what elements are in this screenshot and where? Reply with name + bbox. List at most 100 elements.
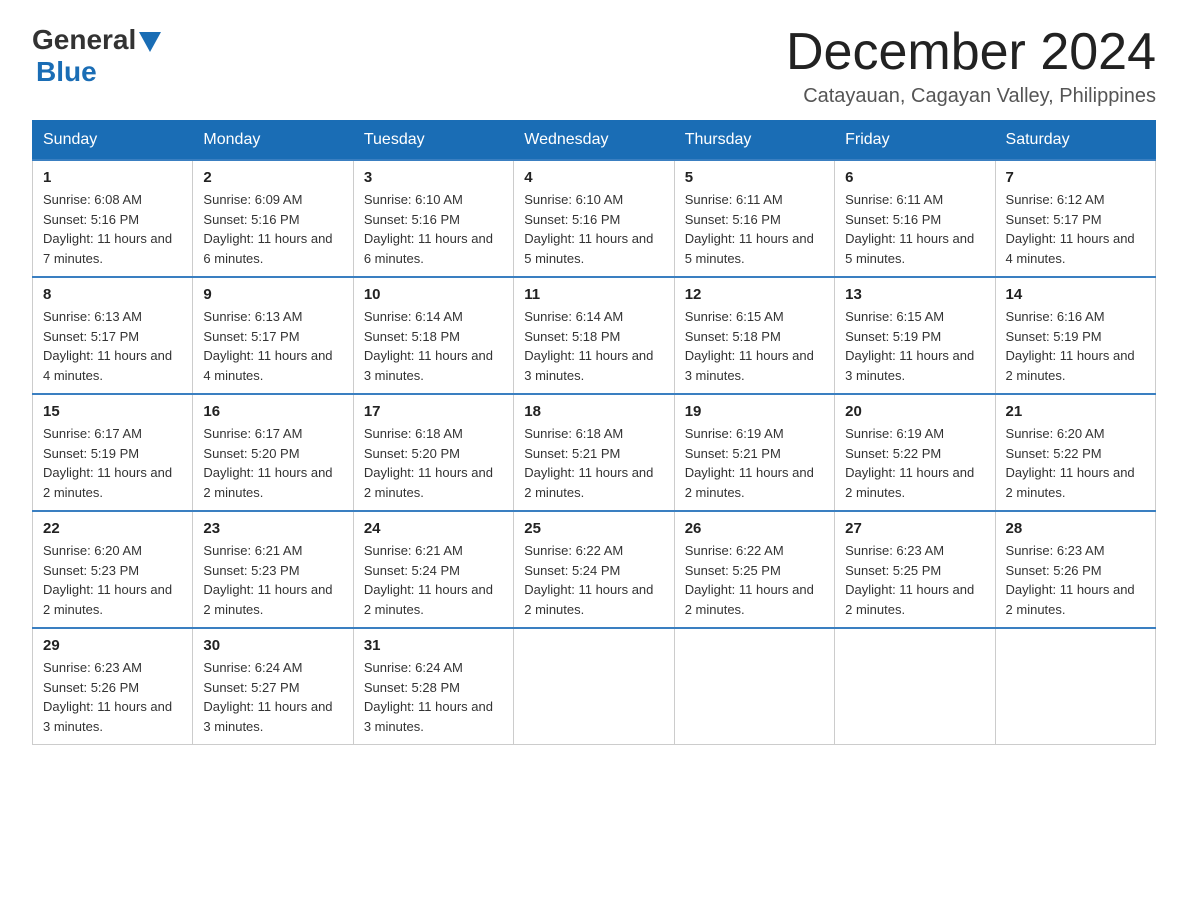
calendar-cell: 14 Sunrise: 6:16 AMSunset: 5:19 PMDayligh… xyxy=(995,277,1155,394)
weekday-header-wednesday: Wednesday xyxy=(514,121,674,161)
day-number: 1 xyxy=(43,169,182,186)
day-number: 22 xyxy=(43,520,182,537)
calendar-cell: 3 Sunrise: 6:10 AMSunset: 5:16 PMDaylight… xyxy=(353,160,513,277)
day-number: 20 xyxy=(845,403,984,420)
calendar-cell xyxy=(995,628,1155,745)
day-number: 15 xyxy=(43,403,182,420)
calendar-week-2: 8 Sunrise: 6:13 AMSunset: 5:17 PMDaylight… xyxy=(33,277,1156,394)
day-info: Sunrise: 6:09 AMSunset: 5:16 PMDaylight:… xyxy=(203,190,342,268)
day-info: Sunrise: 6:13 AMSunset: 5:17 PMDaylight:… xyxy=(43,307,182,385)
weekday-header-friday: Friday xyxy=(835,121,995,161)
calendar-cell: 24 Sunrise: 6:21 AMSunset: 5:24 PMDayligh… xyxy=(353,511,513,628)
calendar-cell: 27Sunrise: 6:23 AMSunset: 5:25 PMDayligh… xyxy=(835,511,995,628)
calendar-cell: 7Sunrise: 6:12 AMSunset: 5:17 PMDaylight… xyxy=(995,160,1155,277)
day-number: 14 xyxy=(1006,286,1145,303)
weekday-header-thursday: Thursday xyxy=(674,121,834,161)
day-info: Sunrise: 6:23 AMSunset: 5:26 PMDaylight:… xyxy=(43,658,182,736)
day-info: Sunrise: 6:14 AMSunset: 5:18 PMDaylight:… xyxy=(364,307,503,385)
day-number: 17 xyxy=(364,403,503,420)
calendar-cell: 22 Sunrise: 6:20 AMSunset: 5:23 PMDayligh… xyxy=(33,511,193,628)
day-number: 13 xyxy=(845,286,984,303)
day-info: Sunrise: 6:24 AMSunset: 5:27 PMDaylight:… xyxy=(203,658,342,736)
day-info: Sunrise: 6:20 AMSunset: 5:23 PMDaylight:… xyxy=(43,541,182,619)
day-number: 29 xyxy=(43,637,182,654)
calendar-cell: 13 Sunrise: 6:15 AMSunset: 5:19 PMDayligh… xyxy=(835,277,995,394)
logo-arrow-icon xyxy=(139,32,161,52)
calendar-cell: 30 Sunrise: 6:24 AMSunset: 5:27 PMDayligh… xyxy=(193,628,353,745)
day-info: Sunrise: 6:14 AMSunset: 5:18 PMDaylight:… xyxy=(524,307,663,385)
calendar-week-1: 1 Sunrise: 6:08 AMSunset: 5:16 PMDaylight… xyxy=(33,160,1156,277)
calendar-cell: 19 Sunrise: 6:19 AMSunset: 5:21 PMDayligh… xyxy=(674,394,834,511)
day-info: Sunrise: 6:24 AMSunset: 5:28 PMDaylight:… xyxy=(364,658,503,736)
calendar-cell: 6 Sunrise: 6:11 AMSunset: 5:16 PMDaylight… xyxy=(835,160,995,277)
calendar-cell xyxy=(835,628,995,745)
calendar-cell: 18Sunrise: 6:18 AMSunset: 5:21 PMDayligh… xyxy=(514,394,674,511)
calendar-cell: 16Sunrise: 6:17 AMSunset: 5:20 PMDayligh… xyxy=(193,394,353,511)
day-info: Sunrise: 6:08 AMSunset: 5:16 PMDaylight:… xyxy=(43,190,182,268)
day-info: Sunrise: 6:21 AMSunset: 5:24 PMDaylight:… xyxy=(364,541,503,619)
day-info: Sunrise: 6:19 AMSunset: 5:21 PMDaylight:… xyxy=(685,424,824,502)
day-info: Sunrise: 6:18 AMSunset: 5:20 PMDaylight:… xyxy=(364,424,503,502)
day-info: Sunrise: 6:18 AMSunset: 5:21 PMDaylight:… xyxy=(524,424,663,502)
page-header: General Blue December 2024 Catayauan, Ca… xyxy=(32,24,1156,108)
day-number: 19 xyxy=(685,403,824,420)
day-info: Sunrise: 6:17 AMSunset: 5:20 PMDaylight:… xyxy=(203,424,342,502)
calendar-week-5: 29 Sunrise: 6:23 AMSunset: 5:26 PMDayligh… xyxy=(33,628,1156,745)
title-block: December 2024 Catayauan, Cagayan Valley,… xyxy=(786,24,1156,108)
day-info: Sunrise: 6:20 AMSunset: 5:22 PMDaylight:… xyxy=(1006,424,1145,502)
day-info: Sunrise: 6:15 AMSunset: 5:19 PMDaylight:… xyxy=(845,307,984,385)
calendar-week-3: 15 Sunrise: 6:17 AMSunset: 5:19 PMDayligh… xyxy=(33,394,1156,511)
calendar-cell: 23 Sunrise: 6:21 AMSunset: 5:23 PMDayligh… xyxy=(193,511,353,628)
calendar-cell xyxy=(514,628,674,745)
calendar-cell: 29 Sunrise: 6:23 AMSunset: 5:26 PMDayligh… xyxy=(33,628,193,745)
day-number: 4 xyxy=(524,169,663,186)
day-number: 30 xyxy=(203,637,342,654)
day-info: Sunrise: 6:10 AMSunset: 5:16 PMDaylight:… xyxy=(364,190,503,268)
day-number: 21 xyxy=(1006,403,1145,420)
day-number: 26 xyxy=(685,520,824,537)
calendar-cell: 17 Sunrise: 6:18 AMSunset: 5:20 PMDayligh… xyxy=(353,394,513,511)
location-subtitle: Catayauan, Cagayan Valley, Philippines xyxy=(786,85,1156,108)
calendar-cell: 21 Sunrise: 6:20 AMSunset: 5:22 PMDayligh… xyxy=(995,394,1155,511)
calendar-cell: 15 Sunrise: 6:17 AMSunset: 5:19 PMDayligh… xyxy=(33,394,193,511)
day-number: 10 xyxy=(364,286,503,303)
day-number: 3 xyxy=(364,169,503,186)
weekday-header-saturday: Saturday xyxy=(995,121,1155,161)
day-info: Sunrise: 6:17 AMSunset: 5:19 PMDaylight:… xyxy=(43,424,182,502)
day-info: Sunrise: 6:19 AMSunset: 5:22 PMDaylight:… xyxy=(845,424,984,502)
weekday-header-row: SundayMondayTuesdayWednesdayThursdayFrid… xyxy=(33,121,1156,161)
calendar-cell: 20 Sunrise: 6:19 AMSunset: 5:22 PMDayligh… xyxy=(835,394,995,511)
calendar-cell: 5Sunrise: 6:11 AMSunset: 5:16 PMDaylight… xyxy=(674,160,834,277)
calendar-cell xyxy=(674,628,834,745)
day-number: 8 xyxy=(43,286,182,303)
calendar-cell: 10 Sunrise: 6:14 AMSunset: 5:18 PMDayligh… xyxy=(353,277,513,394)
day-info: Sunrise: 6:11 AMSunset: 5:16 PMDaylight:… xyxy=(845,190,984,268)
day-number: 2 xyxy=(203,169,342,186)
calendar-table: SundayMondayTuesdayWednesdayThursdayFrid… xyxy=(32,120,1156,745)
calendar-cell: 1 Sunrise: 6:08 AMSunset: 5:16 PMDaylight… xyxy=(33,160,193,277)
calendar-cell: 28Sunrise: 6:23 AMSunset: 5:26 PMDayligh… xyxy=(995,511,1155,628)
day-number: 6 xyxy=(845,169,984,186)
day-number: 28 xyxy=(1006,520,1145,537)
day-number: 5 xyxy=(685,169,824,186)
calendar-cell: 31 Sunrise: 6:24 AMSunset: 5:28 PMDayligh… xyxy=(353,628,513,745)
calendar-cell: 2 Sunrise: 6:09 AMSunset: 5:16 PMDaylight… xyxy=(193,160,353,277)
day-number: 23 xyxy=(203,520,342,537)
logo: General Blue xyxy=(32,24,161,88)
day-number: 31 xyxy=(364,637,503,654)
weekday-header-sunday: Sunday xyxy=(33,121,193,161)
month-title: December 2024 xyxy=(786,24,1156,81)
weekday-header-monday: Monday xyxy=(193,121,353,161)
logo-general-text: General xyxy=(32,24,136,56)
day-info: Sunrise: 6:21 AMSunset: 5:23 PMDaylight:… xyxy=(203,541,342,619)
day-number: 24 xyxy=(364,520,503,537)
logo-blue-text: Blue xyxy=(36,56,97,87)
day-info: Sunrise: 6:10 AMSunset: 5:16 PMDaylight:… xyxy=(524,190,663,268)
day-number: 11 xyxy=(524,286,663,303)
day-number: 7 xyxy=(1006,169,1145,186)
day-info: Sunrise: 6:22 AMSunset: 5:25 PMDaylight:… xyxy=(685,541,824,619)
calendar-cell: 25Sunrise: 6:22 AMSunset: 5:24 PMDayligh… xyxy=(514,511,674,628)
day-info: Sunrise: 6:15 AMSunset: 5:18 PMDaylight:… xyxy=(685,307,824,385)
day-info: Sunrise: 6:16 AMSunset: 5:19 PMDaylight:… xyxy=(1006,307,1145,385)
calendar-cell: 9Sunrise: 6:13 AMSunset: 5:17 PMDaylight… xyxy=(193,277,353,394)
